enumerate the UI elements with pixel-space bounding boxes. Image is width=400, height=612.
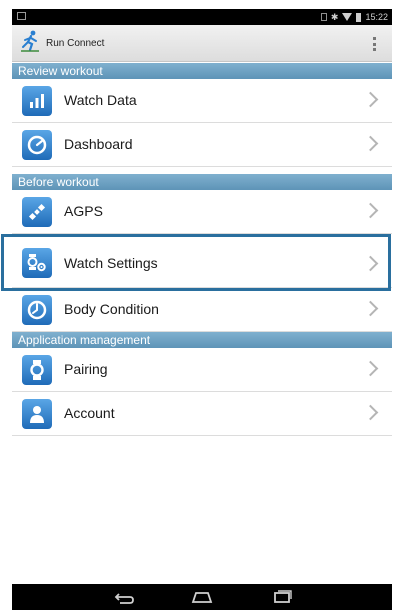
back-icon[interactable] [112, 589, 136, 605]
list-item-dashboard[interactable]: Dashboard [12, 123, 392, 167]
navigation-bar [12, 584, 392, 610]
list-item-label: Watch Settings [64, 255, 158, 271]
notification-icon [17, 12, 26, 20]
list-item-label: Pairing [64, 361, 108, 377]
bluetooth-icon: ✱ [330, 12, 339, 22]
satellite-icon [22, 197, 52, 227]
recent-apps-icon[interactable] [270, 589, 294, 605]
list-item-agps[interactable]: AGPS [12, 190, 392, 234]
list-item-pairing[interactable]: Pairing [12, 348, 392, 392]
section-header-before-workout: Before workout [12, 174, 392, 190]
chevron-right-icon [362, 202, 379, 219]
chevron-right-icon [362, 404, 379, 421]
list-item-body-condition[interactable]: Body Condition [12, 288, 392, 332]
app-title: Run Connect [46, 38, 105, 49]
list-item-label: Watch Data [64, 92, 137, 108]
phone-screen: ✱ 15:22 Run Connect Review workout Watch… [12, 9, 392, 610]
section-header-application-management: Application management [12, 332, 392, 348]
status-bar: ✱ 15:22 [12, 9, 392, 25]
chevron-right-icon [362, 300, 379, 317]
list-item-watch-settings[interactable]: Watch Settings [12, 238, 392, 288]
person-icon [22, 399, 52, 429]
list-item-label: Dashboard [64, 136, 133, 152]
chevron-right-icon [362, 255, 379, 272]
section-header-review-workout: Review workout [12, 63, 392, 79]
app-bar: Run Connect [12, 25, 392, 62]
overflow-menu-icon[interactable] [373, 37, 376, 51]
list-item-account[interactable]: Account [12, 392, 392, 436]
list-item-label: Body Condition [64, 301, 159, 317]
chevron-right-icon [362, 91, 379, 108]
gauge-icon [22, 130, 52, 160]
vibrate-icon [320, 13, 327, 21]
status-icons: ✱ 15:22 [320, 11, 388, 23]
watch-gear-icon [22, 248, 52, 278]
wifi-icon [342, 13, 353, 21]
runner-logo-icon [21, 30, 39, 52]
chevron-right-icon [362, 135, 379, 152]
list-item-label: AGPS [64, 203, 103, 219]
list-item-label: Account [64, 405, 115, 421]
bar-chart-icon [22, 86, 52, 116]
watch-icon [22, 355, 52, 385]
battery-icon [356, 12, 362, 22]
list-item-watch-data[interactable]: Watch Data [12, 79, 392, 123]
status-time: 15:22 [365, 12, 388, 22]
home-icon[interactable] [190, 589, 214, 605]
chevron-right-icon [362, 360, 379, 377]
body-condition-icon [22, 295, 52, 325]
